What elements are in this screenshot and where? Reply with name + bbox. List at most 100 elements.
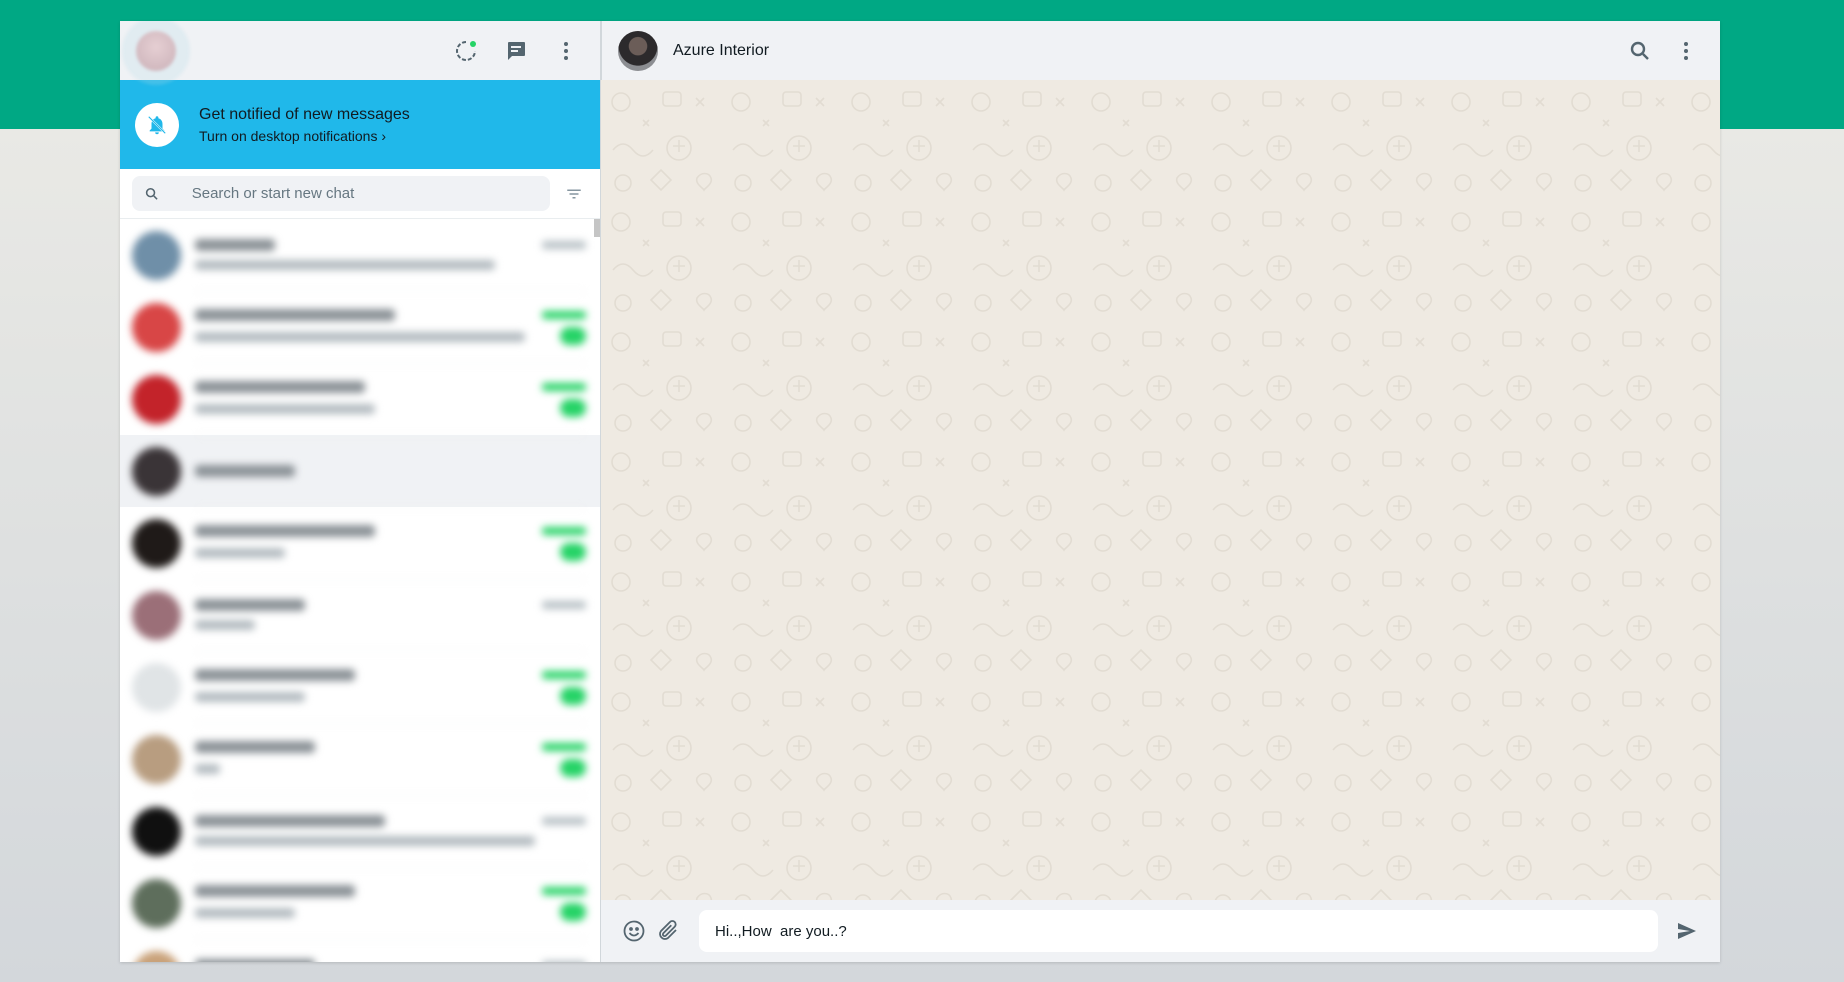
chat-name — [195, 815, 385, 827]
notification-title: Get notified of new messages — [199, 105, 410, 123]
chat-preview — [195, 507, 586, 580]
unread-badge — [560, 398, 586, 417]
unread-badge — [560, 758, 586, 777]
sidebar-header — [120, 21, 600, 80]
menu-icon[interactable] — [1668, 33, 1704, 69]
chat-list-item[interactable] — [120, 363, 600, 436]
chat-list-item[interactable] — [120, 795, 600, 868]
message-box — [699, 910, 1658, 952]
chat-preview — [195, 651, 586, 724]
chat-last-message — [195, 692, 305, 702]
chat-list-item[interactable] — [120, 651, 600, 724]
message-area — [601, 80, 1720, 900]
chat-name — [195, 308, 395, 321]
chat-last-message — [195, 764, 220, 774]
chat-preview — [195, 363, 586, 436]
attach-icon[interactable] — [651, 913, 685, 949]
chat-time — [542, 601, 586, 609]
chat-name — [195, 668, 355, 681]
chat-list-item[interactable] — [120, 939, 600, 962]
whatsapp-web-app: Get notified of new messages Turn on des… — [120, 21, 1720, 962]
message-input[interactable] — [713, 921, 1644, 941]
chat-name — [195, 464, 295, 477]
chat-name — [195, 884, 355, 897]
chat-list-item[interactable] — [120, 579, 600, 652]
chat-list-scrollbar[interactable] — [594, 219, 600, 237]
chat-time — [542, 886, 586, 895]
chat-time — [542, 961, 586, 962]
chat-time — [542, 817, 586, 825]
bell-off-icon — [135, 102, 179, 147]
chat-avatar — [132, 230, 181, 280]
chat-name — [195, 239, 275, 251]
emoji-icon[interactable] — [617, 913, 651, 949]
chat-name — [195, 380, 365, 393]
chat-list-item[interactable] — [120, 291, 600, 364]
chat-list-item[interactable] — [120, 435, 600, 508]
chat-time — [542, 526, 586, 535]
chat-time — [542, 310, 586, 319]
unread-badge — [560, 542, 586, 561]
chat-avatar — [132, 590, 181, 640]
chat-time — [542, 241, 586, 249]
chat-list[interactable] — [120, 219, 600, 962]
search-box — [132, 176, 550, 211]
contact-name[interactable]: Azure Interior — [673, 42, 769, 60]
search-input[interactable] — [189, 184, 538, 203]
conversation-header[interactable]: Azure Interior — [601, 21, 1720, 80]
chat-avatar — [132, 950, 181, 962]
chat-preview — [195, 939, 586, 962]
filter-icon[interactable] — [560, 185, 588, 203]
chat-avatar — [132, 806, 181, 856]
chat-name — [195, 524, 375, 537]
enable-notifications-link[interactable]: Turn on desktop notifications › — [199, 128, 410, 144]
chat-preview — [195, 579, 586, 652]
unread-badge — [560, 686, 586, 705]
chat-avatar — [132, 302, 181, 352]
chat-preview — [195, 219, 586, 292]
chat-preview — [195, 795, 586, 868]
chat-preview — [195, 435, 586, 508]
new-chat-icon[interactable] — [498, 33, 534, 69]
chat-avatar — [132, 446, 181, 496]
chat-last-message — [195, 836, 535, 846]
chat-preview — [195, 723, 586, 796]
composer — [601, 900, 1720, 962]
send-icon[interactable] — [1670, 913, 1704, 949]
chat-last-message — [195, 548, 285, 558]
search-icon — [145, 187, 158, 200]
chat-avatar — [132, 662, 181, 712]
contact-avatar[interactable] — [618, 30, 658, 71]
status-icon[interactable] — [448, 33, 484, 69]
chat-preview — [195, 291, 586, 364]
notification-banner[interactable]: Get notified of new messages Turn on des… — [120, 80, 600, 169]
chat-avatar — [132, 374, 181, 424]
search-bar — [120, 169, 600, 219]
chat-time — [542, 382, 586, 391]
chat-list-item[interactable] — [120, 867, 600, 940]
unread-badge — [560, 902, 586, 921]
chat-preview — [195, 867, 586, 940]
menu-icon[interactable] — [548, 33, 584, 69]
chat-time — [542, 742, 586, 751]
conversation-panel: Azure Interior — [601, 21, 1720, 962]
chat-last-message — [195, 260, 495, 270]
chat-name — [195, 599, 305, 611]
chat-name — [195, 959, 315, 962]
chat-list-item[interactable] — [120, 507, 600, 580]
chat-last-message — [195, 404, 375, 414]
unread-badge — [560, 326, 586, 345]
search-icon[interactable] — [1622, 33, 1658, 69]
chat-name — [195, 740, 315, 753]
chat-last-message — [195, 332, 525, 342]
chat-list-item[interactable] — [120, 219, 600, 292]
sidebar: Get notified of new messages Turn on des… — [120, 21, 601, 962]
chat-avatar — [132, 518, 181, 568]
chat-avatar — [132, 734, 181, 784]
chat-last-message — [195, 620, 255, 630]
profile-avatar[interactable] — [136, 30, 176, 71]
chat-list-item[interactable] — [120, 723, 600, 796]
chat-last-message — [195, 908, 295, 918]
chat-time — [542, 670, 586, 679]
chat-wallpaper-pattern — [601, 80, 1720, 900]
